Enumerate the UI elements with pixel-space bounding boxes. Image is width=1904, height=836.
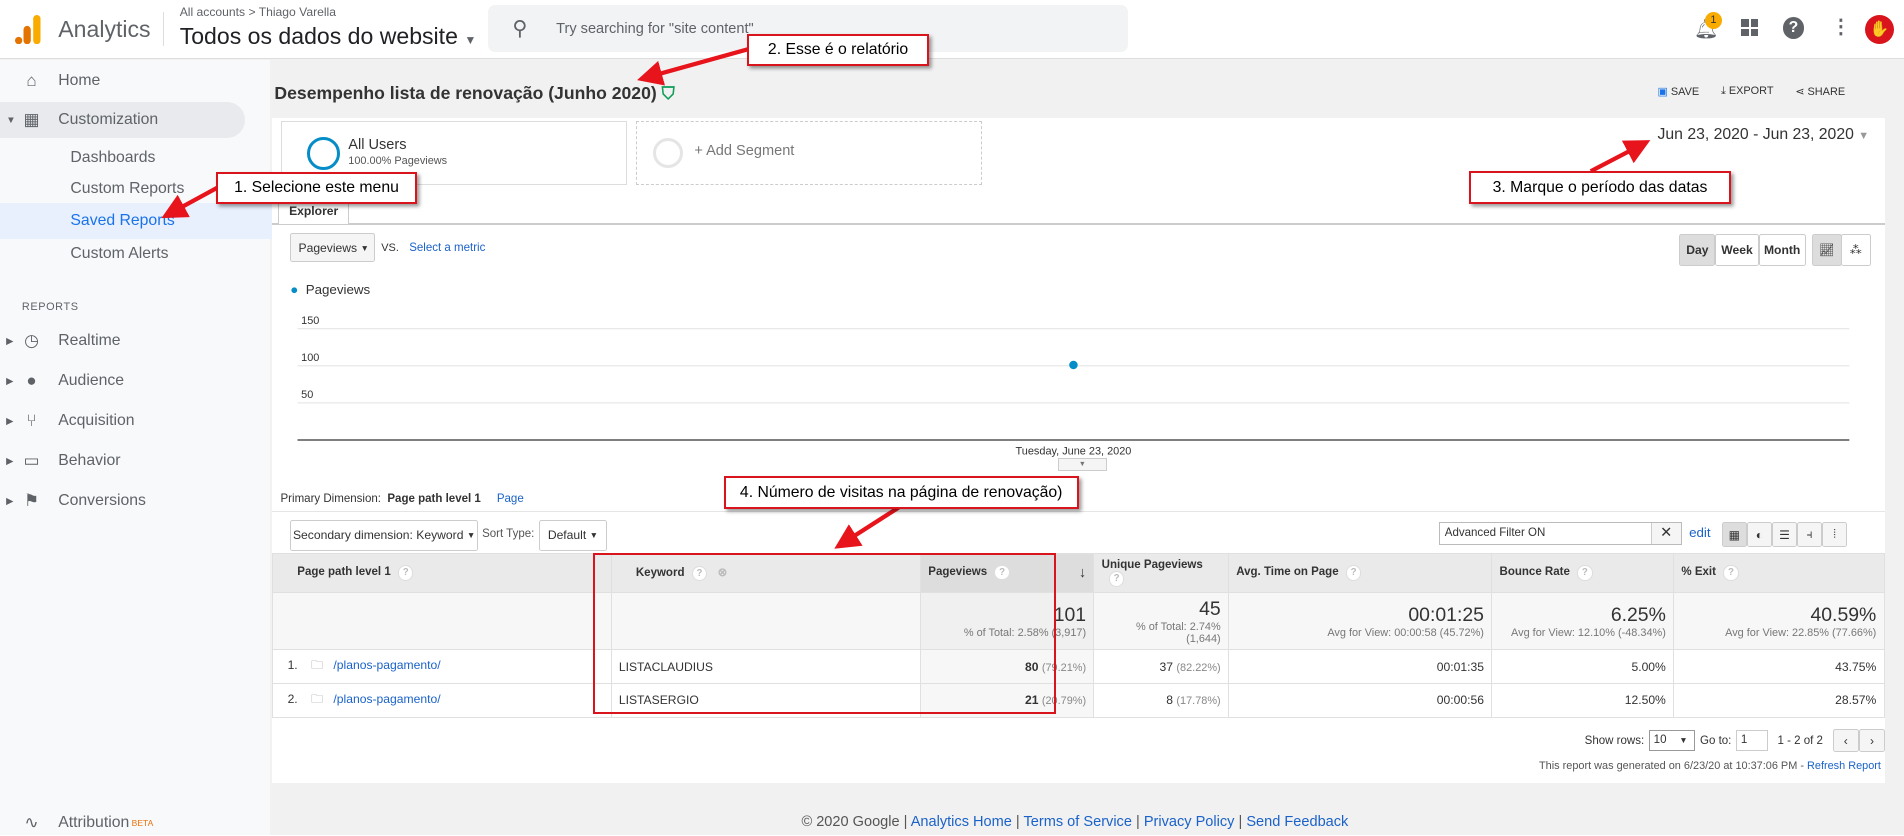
arrow-4: [834, 505, 900, 549]
annotation-4: 4. Número de visitas na página de renova…: [723, 476, 1079, 510]
annotation-arrows: [161, 46, 1651, 549]
arrow-2: [637, 46, 752, 86]
annotation-2: 2. Esse é o relatório: [746, 34, 930, 66]
annotation-1: 1. Selecione este menu: [216, 172, 417, 205]
arrow-1: [161, 185, 220, 219]
arrow-3: [1589, 140, 1651, 174]
annotation-3: 3. Marque o período das datas: [1469, 171, 1731, 205]
